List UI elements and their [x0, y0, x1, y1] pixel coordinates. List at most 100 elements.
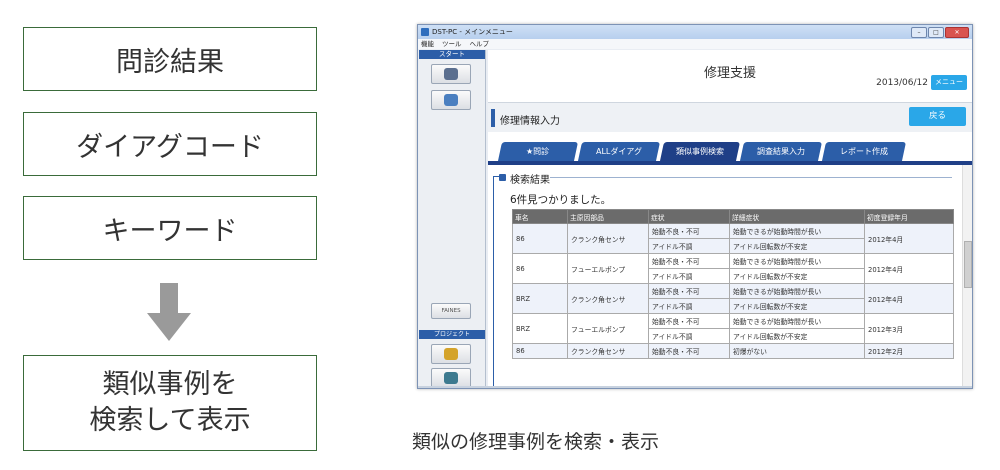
results-bullet-icon: [499, 174, 506, 181]
project-open-button[interactable]: [431, 344, 471, 364]
cell-detail: 始動できるが始動時間が長い: [729, 253, 865, 269]
cell-car: BRZ: [512, 313, 568, 344]
cell-symptom: アイドル不調: [648, 238, 730, 254]
down-arrow-icon: [147, 283, 191, 341]
main-panel: 修理支援 2013/06/12 メニュー 修理情報入力 戻る ★問診 ALLダイ…: [488, 50, 972, 388]
back-button[interactable]: 戻る: [909, 107, 966, 126]
cell-detail: 始動できるが始動時間が長い: [729, 223, 865, 239]
flow-step-interview-result: 問診結果: [23, 27, 317, 91]
table-row[interactable]: 86 フューエルポンプ 始動不良・不可 始動できるが始動時間が長い 2012年4…: [512, 253, 954, 284]
col-car[interactable]: 車名: [512, 209, 568, 224]
cell-symptom: アイドル不調: [648, 328, 730, 344]
menu-item-function[interactable]: 機能: [421, 39, 434, 49]
cell-part: フューエルポンプ: [567, 253, 649, 284]
results-panel: 検索結果 6件見つかりました。 車名 主原因部品 症状 詳細症状 初度登録年月 …: [488, 165, 972, 388]
cell-part: クランク角センサ: [567, 223, 649, 254]
cell-detail: アイドル回転数が不安定: [729, 268, 865, 284]
cell-part: フューエルポンプ: [567, 313, 649, 344]
cell-car: 86: [512, 343, 568, 359]
cell-date: 2012年4月: [864, 223, 954, 254]
window-titlebar: DST-PC - メインメニュー – □ ✕: [418, 25, 972, 39]
tab-all-diag[interactable]: ALLダイアグ: [577, 142, 661, 161]
window-title: DST-PC - メインメニュー: [432, 28, 513, 36]
menu-item-tools[interactable]: ツール: [442, 39, 462, 49]
cell-detail: 始動できるが始動時間が長い: [729, 313, 865, 329]
menu-button[interactable]: メニュー: [931, 75, 967, 90]
table-row[interactable]: 86 クランク角センサ 始動不良・不可 始動できるが始動時間が長い 2012年4…: [512, 223, 954, 254]
col-symptom[interactable]: 症状: [648, 209, 730, 224]
status-bar: [418, 386, 972, 388]
car-icon: [444, 372, 458, 384]
tab-report[interactable]: レポート作成: [821, 142, 907, 161]
col-part[interactable]: 主原因部品: [567, 209, 649, 224]
sidebar-project-header: プロジェクト: [419, 330, 485, 339]
section-header: 修理情報入力 戻る: [488, 102, 972, 133]
app-window: DST-PC - メインメニュー – □ ✕ 機能 ツール ヘルプ スタート F…: [417, 24, 973, 389]
cell-part: クランク角センサ: [567, 343, 649, 359]
sidebar-mechanic-button[interactable]: [431, 90, 471, 110]
table-header-row: 車名 主原因部品 症状 詳細症状 初度登録年月: [512, 209, 954, 224]
minimize-icon[interactable]: –: [911, 27, 927, 38]
cell-date: 2012年4月: [864, 283, 954, 314]
cell-car: 86: [512, 253, 568, 284]
table-row[interactable]: BRZ クランク角センサ 始動不良・不可 始動できるが始動時間が長い 2012年…: [512, 283, 954, 314]
maximize-icon[interactable]: □: [928, 27, 944, 38]
col-detail[interactable]: 詳細症状: [729, 209, 865, 224]
flow-step-label-line2: 検索して表示: [89, 405, 251, 436]
flow-step-diag-code: ダイアグコード: [23, 112, 317, 176]
mechanic-icon: [444, 94, 458, 106]
sidebar-repair-button[interactable]: [431, 64, 471, 84]
cell-car: BRZ: [512, 283, 568, 314]
cell-detail: アイドル回転数が不安定: [729, 298, 865, 314]
sidebar-start-header: スタート: [419, 50, 485, 59]
cell-symptom: アイドル不調: [648, 298, 730, 314]
section-accent: [491, 109, 495, 127]
results-bracket: [493, 176, 502, 388]
cell-detail: アイドル回転数が不安定: [729, 238, 865, 254]
menu-item-help[interactable]: ヘルプ: [470, 39, 490, 49]
col-first-reg[interactable]: 初度登録年月: [864, 209, 954, 224]
car-repair-icon: [444, 68, 458, 80]
cell-date: 2012年4月: [864, 253, 954, 284]
cell-symptom: 始動不良・不可: [648, 253, 730, 269]
cell-symptom: 始動不良・不可: [648, 343, 730, 359]
flow-step-keyword: キーワード: [23, 196, 317, 260]
results-table: 車名 主原因部品 症状 詳細症状 初度登録年月 86 クランク角センサ 始動不良…: [512, 209, 954, 359]
screenshot-caption: 類似の修理事例を検索・表示: [412, 431, 660, 453]
cell-symptom: 始動不良・不可: [648, 283, 730, 299]
tab-interview[interactable]: ★問診: [497, 142, 579, 161]
cell-detail: 初爆がない: [729, 343, 865, 359]
section-title: 修理情報入力: [500, 116, 560, 127]
cell-symptom: アイドル不調: [648, 268, 730, 284]
scrollbar-thumb[interactable]: [964, 241, 972, 288]
flow-step-label-line1: 類似事例を: [102, 368, 238, 400]
cell-date: 2012年2月: [864, 343, 954, 359]
table-row[interactable]: BRZ フューエルポンプ 始動不良・不可 始動できるが始動時間が長い 2012年…: [512, 313, 954, 344]
results-count: 6件見つかりました。: [510, 194, 612, 206]
vertical-scrollbar[interactable]: [962, 165, 972, 388]
table-row[interactable]: 86 クランク角センサ 始動不良・不可 初爆がない 2012年2月: [512, 343, 954, 359]
cell-detail: 始動できるが始動時間が長い: [729, 283, 865, 299]
results-divider: [550, 177, 952, 178]
cell-part: クランク角センサ: [567, 283, 649, 314]
cell-symptom: 始動不良・不可: [648, 313, 730, 329]
flow-step-label: ダイアグコード: [76, 131, 264, 163]
flow-step-search-display: 類似事例を 検索して表示: [23, 355, 317, 451]
sidebar: スタート FAINES プロジェクト: [419, 50, 486, 388]
project-car-button[interactable]: [431, 368, 471, 388]
flow-step-label: キーワード: [102, 215, 238, 247]
tab-bar: ★問診 ALLダイアグ 類似事例検索 調査結果入力 レポート作成: [488, 132, 972, 165]
cell-date: 2012年3月: [864, 313, 954, 344]
tab-similar-case-search[interactable]: 類似事例検索: [659, 142, 741, 161]
flow-step-label: 問診結果: [116, 46, 224, 78]
folder-icon: [444, 348, 458, 360]
date-display: 2013/06/12: [876, 78, 928, 88]
cell-symptom: 始動不良・不可: [648, 223, 730, 239]
cell-car: 86: [512, 223, 568, 254]
tab-investigation-input[interactable]: 調査結果入力: [739, 142, 823, 161]
cell-detail: アイドル回転数が不安定: [729, 328, 865, 344]
faines-button[interactable]: FAINES: [431, 303, 471, 319]
close-icon[interactable]: ✕: [945, 27, 969, 38]
app-icon: [421, 28, 429, 36]
results-title: 検索結果: [510, 175, 550, 186]
